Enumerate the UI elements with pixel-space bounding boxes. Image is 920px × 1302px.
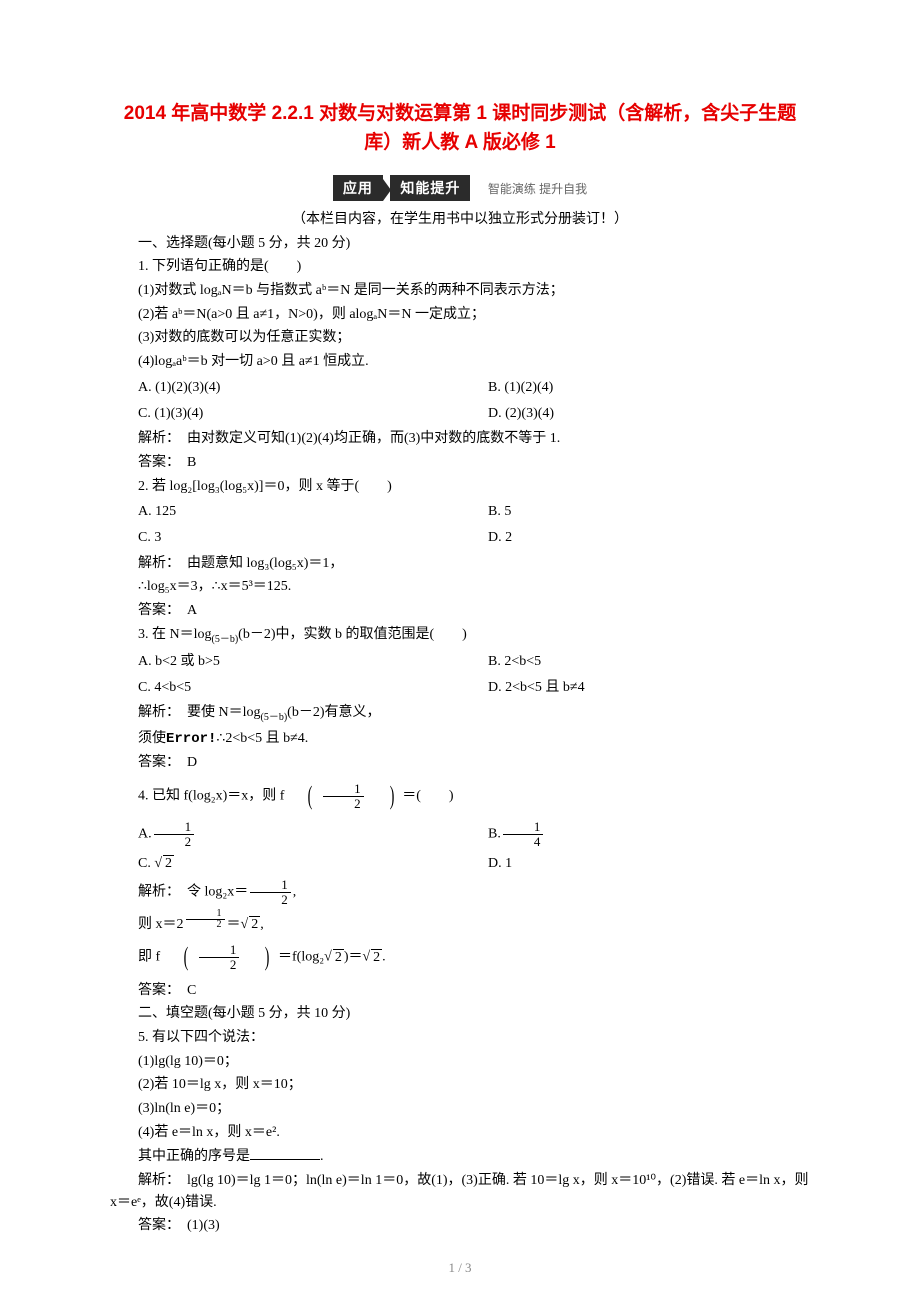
q5-answer: 答案： (1)(3) — [110, 1215, 810, 1237]
banner: 应用 知能提升 智能演练 提升自我 — [110, 175, 810, 201]
banner-right: 知能提升 — [390, 175, 470, 201]
q2-optC: C. 3 — [110, 527, 460, 549]
q4-optC: C. √2 — [110, 853, 460, 875]
q2-explain2: ∴log₅x＝3，∴x＝5³＝125. — [110, 576, 810, 598]
banner-sub: 智能演练 提升自我 — [488, 182, 587, 196]
q1-optA: A. (1)(2)(3)(4) — [110, 377, 460, 399]
q2-optD: D. 2 — [460, 527, 810, 549]
q5-s1: (1)lg(lg 10)＝0； — [110, 1051, 810, 1073]
q1-answer: 答案： B — [110, 452, 810, 474]
q3-optC: C. 4<b<5 — [110, 677, 460, 699]
q4-stem: 4. 已知 f(log₂x)＝x，则 f(12)＝( ) — [110, 776, 810, 816]
q4-optD: D. 1 — [460, 853, 810, 875]
q2-explain1: 解析： 由题意知 log₃(log₅x)＝1， — [110, 553, 810, 575]
banner-left: 应用 — [333, 175, 383, 201]
q5-stem: 5. 有以下四个说法： — [110, 1027, 810, 1049]
q1-s2: (2)若 aᵇ＝N(a>0 且 a≠1，N>0)，则 alogₐN＝N 一定成立… — [110, 304, 810, 326]
page-number: 1 / 3 — [0, 1260, 920, 1276]
q3-explain2: 须使Error!∴2<b<5 且 b≠4. — [110, 728, 810, 751]
q1-s1: (1)对数式 logₐN＝b 与指数式 aᵇ＝N 是同一关系的两种不同表示方法； — [110, 280, 810, 302]
q4-answer: 答案： C — [110, 980, 810, 1002]
q5-s3: (3)ln(ln e)＝0； — [110, 1098, 810, 1120]
error-text: Error! — [166, 731, 216, 747]
q2-optB: B. 5 — [460, 501, 810, 523]
q2-stem: 2. 若 log₂[log₃(log₅x)]＝0，则 x 等于( ) — [110, 476, 810, 498]
q3-optA: A. b<2 或 b>5 — [110, 651, 460, 673]
q1-s3: (3)对数的底数可以为任意正实数； — [110, 327, 810, 349]
section1-heading: 一、选择题(每小题 5 分，共 20 分) — [110, 233, 810, 255]
page-title: 2014 年高中数学 2.2.1 对数与对数运算第 1 课时同步测试（含解析，含… — [110, 100, 810, 157]
q1-stem: 1. 下列语句正确的是( ) — [110, 256, 810, 278]
q1-optD: D. (2)(3)(4) — [460, 403, 810, 425]
note: （本栏目内容，在学生用书中以独立形式分册装订！） — [110, 209, 810, 231]
q2-answer: 答案： A — [110, 600, 810, 622]
q3-optB: B. 2<b<5 — [460, 651, 810, 673]
q5-tail: 其中正确的序号是. — [110, 1145, 810, 1168]
q4-explain1: 解析： 令 log₂x＝12, — [110, 878, 810, 906]
fill-blank — [250, 1145, 320, 1160]
q1-optC: C. (1)(3)(4) — [110, 403, 460, 425]
section2-heading: 二、填空题(每小题 5 分，共 10 分) — [110, 1003, 810, 1025]
q3-stem: 3. 在 N＝log(5－b)(b－2)中，实数 b 的取值范围是( ) — [110, 624, 810, 647]
q4-optB: B.14 — [460, 820, 810, 848]
q5-s4: (4)若 e＝ln x，则 x＝e². — [110, 1122, 810, 1144]
q5-s2: (2)若 10＝lg x，则 x＝10； — [110, 1074, 810, 1096]
q5-explain: 解析： lg(lg 10)＝lg 1＝0；ln(ln e)＝ln 1＝0，故(1… — [110, 1170, 810, 1213]
q2-optA: A. 125 — [110, 501, 460, 523]
q4-explain2: 则 x＝212＝√2, — [110, 909, 810, 936]
q1-optB: B. (1)(2)(4) — [460, 377, 810, 399]
q1-s4: (4)logₐaᵇ＝b 对一切 a>0 且 a≠1 恒成立. — [110, 351, 810, 373]
q1-explain: 解析： 由对数定义可知(1)(2)(4)均正确，而(3)中对数的底数不等于 1. — [110, 428, 810, 450]
q4-optA: A.12 — [110, 820, 460, 848]
q3-optD: D. 2<b<5 且 b≠4 — [460, 677, 810, 699]
q3-answer: 答案： D — [110, 752, 810, 774]
q3-explain1: 解析： 要使 N＝log(5－b)(b－2)有意义， — [110, 702, 810, 725]
q4-explain3: 即 f(12)＝f(log₂√2)＝√2. — [110, 937, 810, 977]
